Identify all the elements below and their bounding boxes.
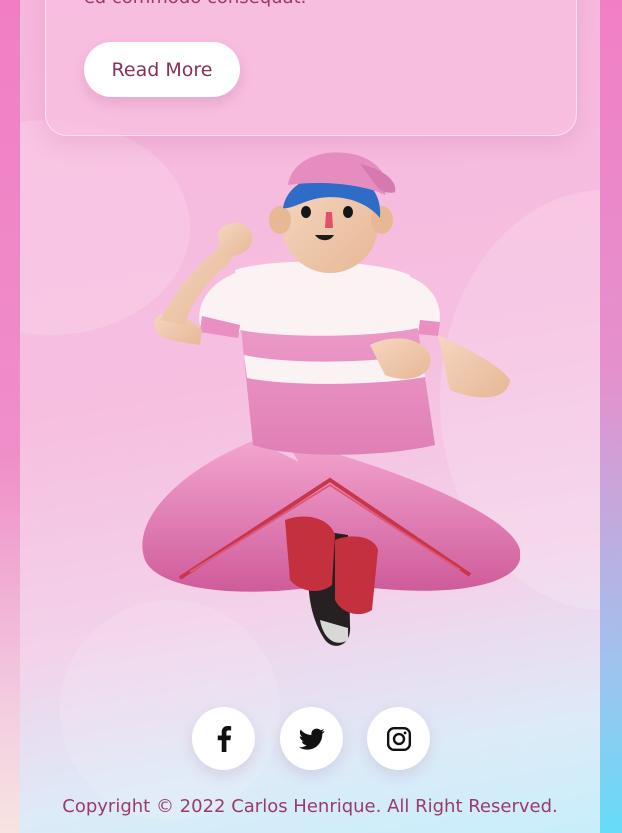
facebook-icon bbox=[217, 725, 231, 752]
facebook-button[interactable] bbox=[192, 707, 255, 770]
twitter-icon bbox=[298, 728, 325, 750]
jumping-character-illustration bbox=[142, 152, 520, 646]
copyright-text: Copyright © 2022 Carlos Henrique. All Ri… bbox=[62, 796, 558, 817]
instagram-icon bbox=[386, 726, 411, 751]
content-card: ea commodo consequat. Read More bbox=[45, 0, 577, 136]
background-gradient-edge bbox=[600, 0, 622, 833]
read-more-button[interactable]: Read More bbox=[84, 42, 240, 97]
twitter-button[interactable] bbox=[280, 707, 343, 770]
page-panel: ea commodo consequat. Read More bbox=[20, 0, 600, 833]
instagram-button[interactable] bbox=[367, 707, 430, 770]
card-body-text: ea commodo consequat. bbox=[84, 0, 306, 8]
